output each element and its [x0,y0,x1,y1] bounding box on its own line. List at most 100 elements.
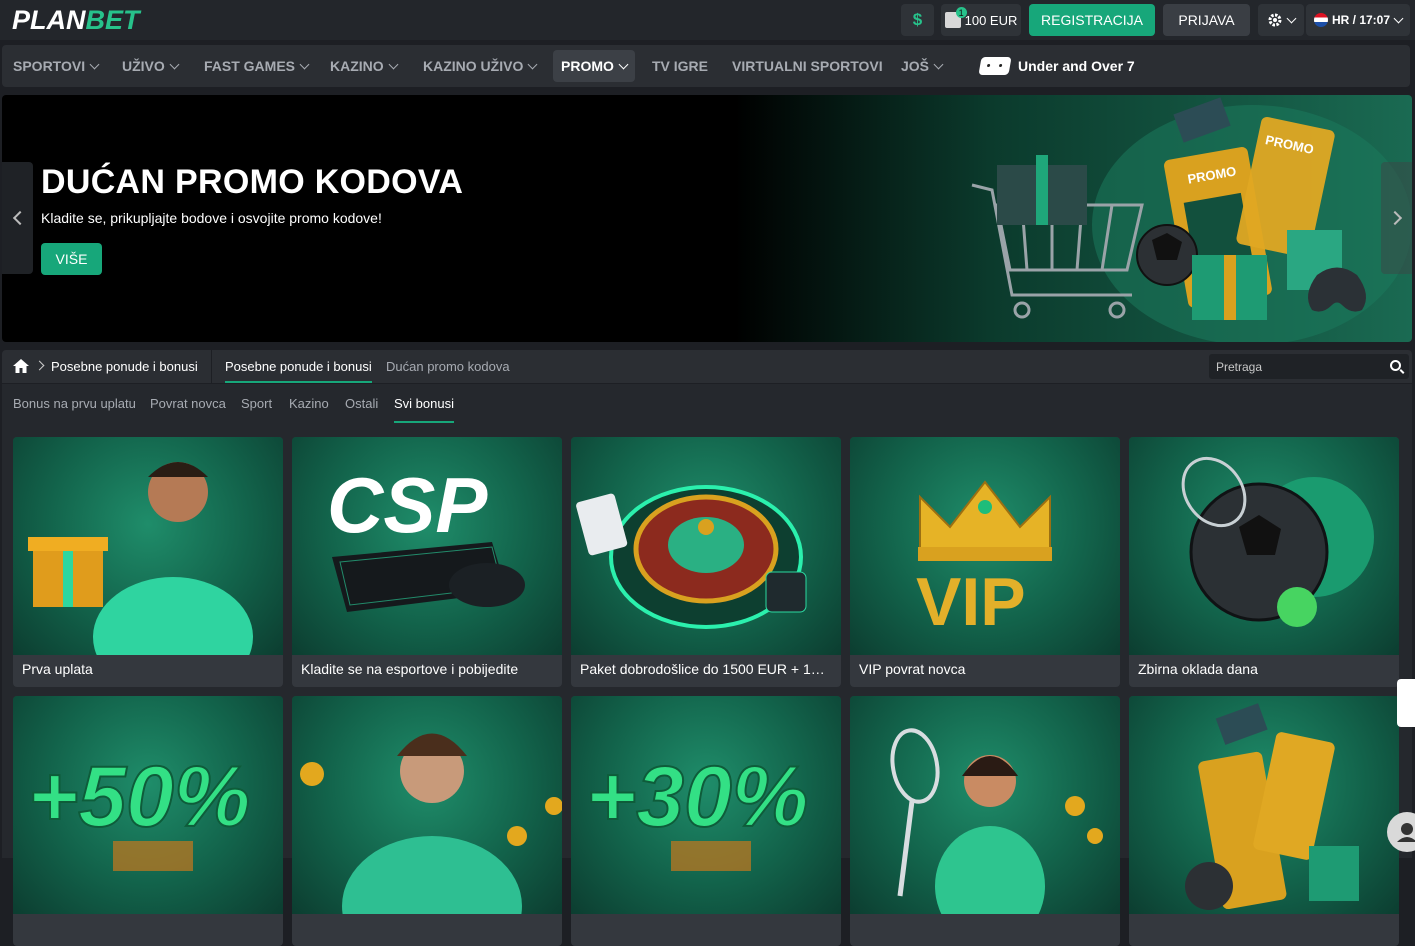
chevron-down-icon [933,59,944,69]
filter-ostali[interactable]: Ostali [345,396,378,423]
chevron-down-icon [527,59,538,69]
nav-item-promo[interactable]: PROMO [553,50,635,82]
filter-sport[interactable]: Sport [241,396,272,423]
dice-icon [978,57,1012,75]
card-image [13,437,283,655]
vip-crown-icon: VIP [916,480,1052,640]
chevron-down-icon [169,59,180,69]
language-time-text: HR / 17:07 [1331,13,1391,27]
login-button[interactable]: PRIJAVA [1163,4,1250,36]
svg-text:+30%: +30% [586,749,808,845]
chevron-down-icon [618,59,629,69]
support-agent-icon [1397,823,1415,842]
banner-prev-button[interactable] [2,162,33,274]
filter-bonus-na-prvu-uplatu[interactable]: Bonus na prvu uplatu [13,396,136,423]
bonus-card[interactable]: +50% [13,696,283,946]
gamer-coins-icon [300,733,562,914]
card-image [292,696,562,914]
top-bar: PLANBET $ 1 100 EUR REGISTRACIJA PRIJAVA… [0,0,1415,40]
bonus-card[interactable] [292,696,562,946]
bonus-card[interactable]: +30% [571,696,841,946]
nav-item-jos[interactable]: JOŠ [893,50,950,82]
gift-icon: 1 [944,7,967,28]
planbet-logo[interactable]: PLANBET [12,5,140,36]
chevron-down-icon [1286,13,1297,23]
card-title: Paket dobrodošlice do 1500 EUR + 150 FS [580,661,832,677]
sport-balls-icon [1181,456,1374,627]
nav-item-uzivo[interactable]: UŽIVO [114,50,186,82]
banner-next-button[interactable] [1381,162,1412,274]
bonus-card[interactable]: CSP Kladite se na esportove i pobijedite [292,437,562,687]
balance-text: 100 EUR [964,12,1018,28]
bonus-card[interactable]: VIP VIP povrat novca [850,437,1120,687]
card-title: VIP povrat novca [859,661,966,677]
nav-item-kazino[interactable]: KAZINO [322,50,405,82]
tennis-player-icon [890,728,1103,914]
divider [211,350,212,383]
chevron-down-icon [388,59,399,69]
card-image [1129,437,1399,655]
side-collapse-tab[interactable] [1397,679,1415,727]
bonus-card[interactable]: Zbirna oklada dana [1129,437,1399,687]
bonus-card[interactable]: Prva uplata [13,437,283,687]
breadcrumb: Posebne ponude i bonusi Posebne ponude i… [2,350,1412,383]
nav-item-virtualni-sportovi[interactable]: VIRTUALNI SPORTOVI [724,50,891,82]
chevron-right-icon [1387,210,1402,226]
tab-ducan-promo-kodova[interactable]: Dućan promo kodova [386,359,510,383]
register-button[interactable]: REGISTRACIJA [1029,4,1155,36]
card-image: VIP [850,437,1120,655]
chevron-left-icon [12,210,27,226]
card-title: Prva uplata [22,661,93,677]
card-image [571,437,841,655]
deposit-button[interactable]: $ [901,4,934,36]
nav-featured-game[interactable]: Under and Over 7 [972,50,1143,82]
banner-title: DUĆAN PROMO KODOVA [41,163,464,201]
chevron-down-icon [299,59,310,69]
main-nav: SPORTOVI UŽIVO FAST GAMES KAZINO KAZINO … [2,45,1410,87]
gear-icon [1268,13,1282,27]
card-image: +30% [571,696,841,914]
gift-player-icon [28,462,253,655]
gift-count-badge: 1 [955,7,967,18]
search-icon[interactable] [1390,360,1401,371]
card-image [1129,696,1399,914]
bonus-filter-tabs: Bonus na prvu uplatu Povrat novca Sport … [2,384,1412,424]
card-title: Zbirna oklada dana [1138,661,1258,677]
filter-povrat-novca[interactable]: Povrat novca [150,396,226,423]
banner-more-button[interactable]: VIŠE [41,243,102,275]
bonus-balance-button[interactable]: 1 100 EUR [941,4,1021,36]
chevron-down-icon [1393,13,1404,23]
support-chat-button[interactable] [1387,812,1415,852]
card-image: CSP [292,437,562,655]
nav-item-sportovi[interactable]: SPORTOVI [5,50,106,82]
promo-banner: PROMO PROMO DUĆAN PROMO KODOVA Kladite s… [2,95,1412,342]
filter-kazino[interactable]: Kazino [289,396,329,423]
breadcrumb-current[interactable]: Posebne ponude i bonusi [51,359,198,374]
dollar-icon: $ [912,10,923,29]
bonus-card[interactable] [1129,696,1399,946]
tab-posebne-ponude[interactable]: Posebne ponude i bonusi [225,359,372,383]
nav-item-fast-games[interactable]: FAST GAMES [196,50,316,82]
filter-svi-bonusi[interactable]: Svi bonusi [394,396,454,423]
chevron-down-icon [89,59,100,69]
card-image [850,696,1120,914]
search-input[interactable] [1209,354,1384,379]
banner-illustration: PROMO PROMO [971,97,1412,342]
chevron-right-icon [34,360,45,371]
bonus-card[interactable]: Paket dobrodošlice do 1500 EUR + 150 FS [571,437,841,687]
search-box [1209,354,1409,379]
home-icon[interactable] [13,359,29,373]
svg-text:+50%: +50% [28,749,250,845]
card-image: +50% [13,696,283,914]
banner-subtitle: Kladite se, prikupljajte bodove i osvoji… [41,210,382,226]
card-title: Kladite se na esportove i pobijedite [301,661,519,677]
percent-icon: +50% [27,748,251,871]
language-time-selector[interactable]: HR / 17:07 [1306,4,1410,36]
bonus-card[interactable] [850,696,1120,946]
roulette-icon [576,485,807,629]
nav-item-tv-igre[interactable]: TV IGRE [644,50,716,82]
keyboard-mouse-icon: CSP [327,461,525,612]
nav-item-kazino-uzivo[interactable]: KAZINO UŽIVO [415,50,544,82]
svg-text:CSP: CSP [327,461,488,549]
settings-button[interactable] [1258,4,1304,36]
